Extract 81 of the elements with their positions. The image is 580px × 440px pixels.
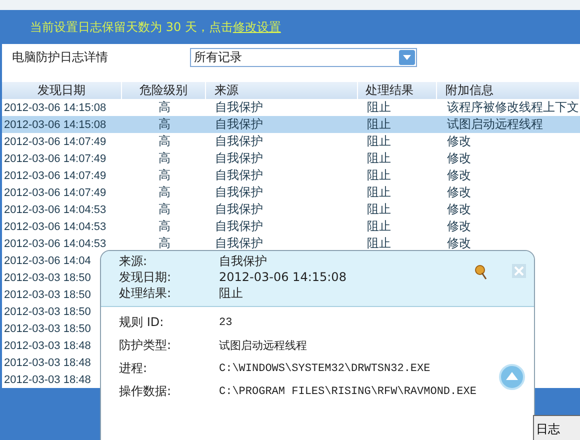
- table-cell-text: 阻止: [366, 116, 392, 133]
- field-value: 试图启动远程线程: [219, 338, 307, 353]
- table-cell-text: 2012-03-06 14:15:08: [3, 102, 108, 114]
- table-cell-text: 高: [158, 218, 172, 235]
- table-cell-text: 该程序被修改线程上下文: [446, 99, 580, 116]
- table-cell-text: 2012-03-06 14:07:49: [3, 170, 108, 182]
- column-header[interactable]: 危险级别: [122, 82, 206, 99]
- column-header[interactable]: 处理结果: [358, 82, 438, 99]
- table-cell-text: 自我保护: [214, 150, 264, 167]
- table-cell-text: 高: [158, 184, 172, 201]
- table-cell-text: 高: [158, 99, 172, 116]
- table-cell-text: 阻止: [366, 133, 392, 150]
- field-value: 23: [219, 316, 232, 328]
- table-row[interactable]: 2012-03-06 14:07:49 高 自我保护 阻止 修改: [2, 167, 580, 184]
- field-value: 2012-03-06 14:15:08: [219, 269, 346, 285]
- table-cell-text: 高: [158, 235, 172, 252]
- log-title: 电脑防护日志详情: [12, 49, 109, 66]
- table-cell-text: 高: [158, 133, 172, 150]
- notice-text: 当前设置日志保留天数为 30 天，点击修改设置: [30, 18, 281, 36]
- table-cell-text: 高: [158, 201, 172, 218]
- table-cell-text: 阻止: [366, 99, 392, 116]
- field-label: 规则 ID:: [119, 314, 165, 331]
- table-cell-text: 2012-03-06 14:07:49: [3, 136, 108, 148]
- column-header[interactable]: 发现日期: [2, 82, 122, 99]
- column-header[interactable]: 来源: [206, 82, 358, 99]
- table-cell-text: 2012-03-03 18:50: [3, 306, 92, 318]
- table-cell-text: 修改: [446, 218, 472, 235]
- table-cell-text: 高: [158, 150, 172, 167]
- table-cell-text: 阻止: [366, 150, 392, 167]
- table-cell-text: 阻止: [366, 235, 392, 252]
- table-cell-text: 2012-03-06 14:07:49: [3, 186, 108, 198]
- table-cell-text: 自我保护: [214, 167, 264, 184]
- table-row[interactable]: 2012-03-06 14:04:53 高 自我保护 阻止 修改: [2, 235, 580, 252]
- field-label: 来源:: [119, 253, 148, 269]
- close-icon[interactable]: [512, 264, 526, 278]
- table-cell-text: 2012-03-06 14:15:08: [3, 118, 108, 130]
- table-cell-text: 修改: [446, 133, 472, 150]
- table-cell-text: 自我保护: [214, 133, 264, 150]
- table-cell-text: 修改: [446, 184, 472, 201]
- table-cell-text: 自我保护: [214, 218, 264, 235]
- table-row[interactable]: 2012-03-06 14:07:49 高 自我保护 阻止 修改: [2, 133, 580, 150]
- table-cell-text: 高: [158, 116, 172, 133]
- table-cell-text: 试图启动远程线程: [446, 116, 544, 133]
- table-cell-text: 阻止: [366, 218, 392, 235]
- table-cell-text: 阻止: [366, 201, 392, 218]
- table-cell-text: 2012-03-03 18:48: [3, 374, 92, 386]
- table-row[interactable]: 2012-03-06 14:04:53 高 自我保护 阻止 修改: [2, 201, 580, 218]
- table-row[interactable]: 2012-03-06 14:15:08 高 自我保护 阻止 试图启动远程线程: [2, 116, 580, 133]
- field-value: 自我保护: [219, 253, 268, 269]
- table-cell-text: 自我保护: [214, 201, 264, 218]
- field-value: C:\WINDOWS\SYSTEM32\DRWTSN32.EXE: [219, 362, 430, 374]
- table-cell-text: 修改: [446, 201, 472, 218]
- filter-dropdown[interactable]: 所有记录: [190, 48, 417, 67]
- table-cell-text: 自我保护: [214, 99, 264, 116]
- table-cell-text: 2012-03-06 14:04:53: [3, 238, 108, 250]
- field-value: 阻止: [219, 285, 244, 301]
- field-label: 操作数据:: [119, 383, 172, 400]
- column-header[interactable]: 附加信息: [437, 82, 580, 99]
- table-cell-text: 阻止: [366, 184, 392, 201]
- field-label: 处理结果:: [119, 285, 172, 301]
- table-cell-text: 修改: [446, 167, 472, 184]
- table-cell-text: 自我保护: [214, 116, 264, 133]
- field-label: 防护类型:: [119, 337, 172, 354]
- log-button[interactable]: 日志: [533, 415, 580, 440]
- table-cell-text: 高: [158, 167, 172, 184]
- table-row[interactable]: 2012-03-06 14:15:08 高 自我保护 阻止 该程序被修改线程上下文: [2, 99, 580, 116]
- field-label: 进程:: [119, 360, 148, 377]
- table-cell-text: 2012-03-06 14:04:53: [3, 204, 108, 216]
- scroll-up-icon[interactable]: [499, 364, 525, 390]
- table-cell-text: 阻止: [366, 167, 392, 184]
- table-cell-text: 自我保护: [214, 235, 264, 252]
- table-row[interactable]: 2012-03-06 14:07:49 高 自我保护 阻止 修改: [2, 150, 580, 167]
- table-row[interactable]: 2012-03-06 14:04:53 高 自我保护 阻止 修改: [2, 218, 580, 235]
- table-cell-text: 2012-03-06 14:04:53: [3, 220, 108, 232]
- field-value: C:\PROGRAM FILES\RISING\RFW\RAVMOND.EXE: [219, 386, 476, 398]
- table-cell-text: 自我保护: [214, 184, 264, 201]
- field-label: 发现日期:: [119, 269, 172, 285]
- table-cell-text: 修改: [446, 150, 472, 167]
- table-cell-text: 2012-03-06 14:07:49: [3, 152, 108, 164]
- table-row[interactable]: 2012-03-06 14:07:49 高 自我保护 阻止 修改: [2, 184, 580, 201]
- table-cell-text: 修改: [446, 235, 472, 252]
